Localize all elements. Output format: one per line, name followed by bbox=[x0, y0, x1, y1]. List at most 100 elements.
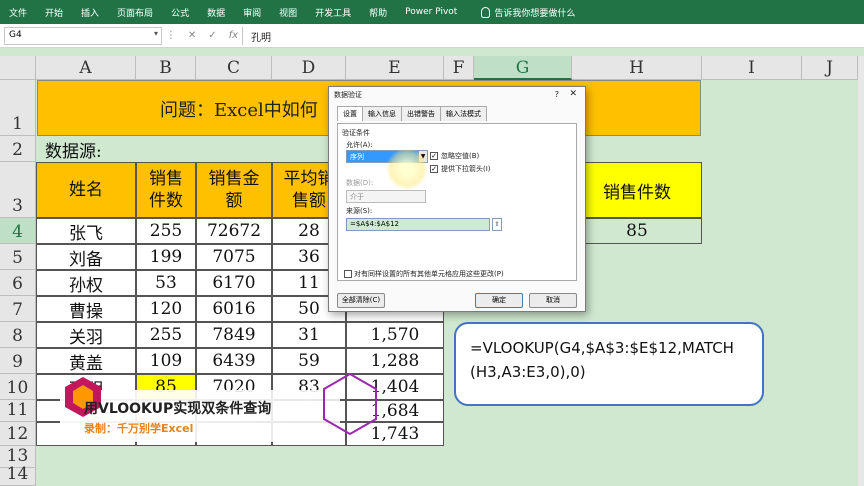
header-sales-qty[interactable]: 销售 件数 bbox=[136, 162, 196, 218]
cell-a9[interactable]: 黄盖 bbox=[36, 348, 136, 374]
cell-e8[interactable]: 1,570 bbox=[346, 322, 444, 348]
dropdown-checkbox[interactable]: ✓ bbox=[430, 165, 438, 173]
tab-help[interactable]: 帮助 bbox=[360, 6, 396, 19]
settings-panel: 验证条件 允许(A): 序列 ▼ ✓ 忽略空值(B) ✓ 提供下拉箭头(I) 数… bbox=[337, 123, 577, 281]
header-sales-amount[interactable]: 销售金额 bbox=[196, 162, 272, 218]
cell-c7[interactable]: 6016 bbox=[196, 296, 272, 322]
ignore-blank-checkbox[interactable]: ✓ bbox=[430, 152, 438, 160]
tab-developer[interactable]: 开发工具 bbox=[306, 6, 360, 19]
data-label: 数据(D): bbox=[346, 179, 374, 187]
cell-c8[interactable]: 7849 bbox=[196, 322, 272, 348]
h4-result-cell[interactable]: 85 bbox=[572, 218, 702, 244]
tell-me-text: 告诉我你想要做什么 bbox=[494, 8, 576, 19]
cell-c9[interactable]: 6439 bbox=[196, 348, 272, 374]
column-header-i[interactable]: I bbox=[702, 56, 802, 80]
source-label[interactable]: 数据源: bbox=[37, 136, 147, 162]
row-header-5[interactable]: 5 bbox=[0, 244, 36, 270]
column-header-b[interactable]: B bbox=[136, 56, 196, 80]
cell-c5[interactable]: 7075 bbox=[196, 244, 272, 270]
cell-a8[interactable]: 关羽 bbox=[36, 322, 136, 348]
tab-insert[interactable]: 插入 bbox=[72, 6, 108, 19]
tab-power-pivot[interactable]: Power Pivot bbox=[396, 7, 466, 17]
tab-file[interactable]: 文件 bbox=[0, 6, 36, 19]
cell-b6[interactable]: 53 bbox=[136, 270, 196, 296]
cell-a5[interactable]: 刘备 bbox=[36, 244, 136, 270]
tab-formulas[interactable]: 公式 bbox=[162, 6, 198, 19]
cancel-button[interactable]: 取消 bbox=[529, 293, 577, 308]
column-header-j[interactable]: J bbox=[802, 56, 858, 80]
range-select-icon[interactable]: ⇧ bbox=[492, 218, 502, 231]
column-header-c[interactable]: C bbox=[196, 56, 272, 80]
tell-me-box[interactable]: 告诉我你想要做什么 bbox=[472, 6, 584, 19]
source-field-label: 来源(S): bbox=[346, 207, 373, 215]
cell-e9[interactable]: 1,288 bbox=[346, 348, 444, 374]
row-header-4[interactable]: 4 bbox=[0, 218, 36, 244]
row-header-6[interactable]: 6 bbox=[0, 270, 36, 296]
cell-b7[interactable]: 120 bbox=[136, 296, 196, 322]
row-header-14[interactable]: 14 bbox=[0, 464, 36, 486]
cell-b8[interactable]: 255 bbox=[136, 322, 196, 348]
tab-page-layout[interactable]: 页面布局 bbox=[108, 6, 162, 19]
row-header-9[interactable]: 9 bbox=[0, 348, 36, 374]
row-header-1[interactable]: 1 bbox=[0, 80, 36, 136]
cell-a4[interactable]: 张飞 bbox=[36, 218, 136, 244]
h3-header-sales-qty[interactable]: 销售件数 bbox=[572, 162, 702, 218]
column-header-a[interactable]: A bbox=[36, 56, 136, 80]
row-header-12[interactable]: 12 bbox=[0, 422, 36, 446]
cell-d9[interactable]: 59 bbox=[272, 348, 346, 374]
enter-icon[interactable]: ✓ bbox=[208, 30, 216, 41]
tab-error-alert[interactable]: 出错警告 bbox=[401, 106, 441, 121]
cell-b9[interactable]: 109 bbox=[136, 348, 196, 374]
cell-a7[interactable]: 曹操 bbox=[36, 296, 136, 322]
cell-b5[interactable]: 199 bbox=[136, 244, 196, 270]
column-header-e[interactable]: E bbox=[346, 56, 444, 80]
close-icon[interactable]: ✕ bbox=[569, 89, 577, 99]
row-header-11[interactable]: 11 bbox=[0, 400, 36, 422]
header-name[interactable]: 姓名 bbox=[36, 162, 136, 218]
clear-all-button[interactable]: 全部清除(C) bbox=[337, 293, 385, 308]
hexagon-outline-icon bbox=[323, 372, 377, 436]
name-box-value: G4 bbox=[9, 29, 22, 40]
formula-input[interactable]: 孔明 bbox=[242, 26, 864, 45]
tab-review[interactable]: 审阅 bbox=[234, 6, 270, 19]
name-box[interactable]: G4 ▾ bbox=[4, 26, 162, 45]
ok-button[interactable]: 确定 bbox=[475, 293, 523, 308]
column-header-f[interactable]: F bbox=[444, 56, 474, 80]
cancel-icon[interactable]: ✕ bbox=[188, 30, 196, 41]
row-header-3[interactable]: 3 bbox=[0, 162, 36, 218]
row-header-10[interactable]: 10 bbox=[0, 374, 36, 400]
cell-c6[interactable]: 6170 bbox=[196, 270, 272, 296]
dialog-titlebar[interactable]: 数据验证 ? ✕ bbox=[329, 87, 585, 103]
tab-home[interactable]: 开始 bbox=[36, 6, 72, 19]
cell-a6[interactable]: 孙权 bbox=[36, 270, 136, 296]
help-icon[interactable]: ? bbox=[555, 90, 559, 99]
criteria-label: 验证条件 bbox=[342, 129, 370, 137]
ignore-blank-label: 忽略空值(B) bbox=[441, 152, 480, 160]
tab-ime-mode[interactable]: 输入法模式 bbox=[440, 106, 487, 121]
row-header-2[interactable]: 2 bbox=[0, 136, 36, 162]
insert-function-icon[interactable]: fx bbox=[229, 30, 238, 41]
cell-c4[interactable]: 72672 bbox=[196, 218, 272, 244]
cursor-highlight bbox=[386, 148, 428, 190]
cell-b4[interactable]: 255 bbox=[136, 218, 196, 244]
formula-bar-icons: ⋮ ✕ ✓ fx bbox=[162, 30, 242, 41]
column-header-g[interactable]: G bbox=[474, 56, 572, 80]
source-input[interactable]: =$A$4:$A$12 bbox=[346, 218, 490, 231]
select-all-corner[interactable] bbox=[0, 56, 36, 80]
excel-window: 文件 开始 插入 页面布局 公式 数据 审阅 视图 开发工具 帮助 Power … bbox=[0, 0, 864, 486]
column-header-d[interactable]: D bbox=[272, 56, 346, 80]
cell-d8[interactable]: 31 bbox=[272, 322, 346, 348]
chevron-down-icon[interactable]: ▾ bbox=[154, 29, 158, 38]
apply-all-checkbox[interactable] bbox=[344, 270, 352, 278]
tab-data[interactable]: 数据 bbox=[198, 6, 234, 19]
row-header-7[interactable]: 7 bbox=[0, 296, 36, 322]
dialog-tabs: 设置 输入信息 出错警告 输入法模式 bbox=[329, 106, 585, 121]
apply-all-label: 对有同样设置的所有其他单元格应用这些更改(P) bbox=[354, 270, 504, 278]
row-header-8[interactable]: 8 bbox=[0, 322, 36, 348]
column-header-h[interactable]: H bbox=[572, 56, 702, 80]
tab-settings[interactable]: 设置 bbox=[337, 106, 363, 121]
vertical-scrollbar[interactable] bbox=[858, 56, 864, 486]
ribbon-tabs: 文件 开始 插入 页面布局 公式 数据 审阅 视图 开发工具 帮助 Power … bbox=[0, 0, 864, 24]
tab-view[interactable]: 视图 bbox=[270, 6, 306, 19]
tab-input-message[interactable]: 输入信息 bbox=[362, 106, 402, 121]
